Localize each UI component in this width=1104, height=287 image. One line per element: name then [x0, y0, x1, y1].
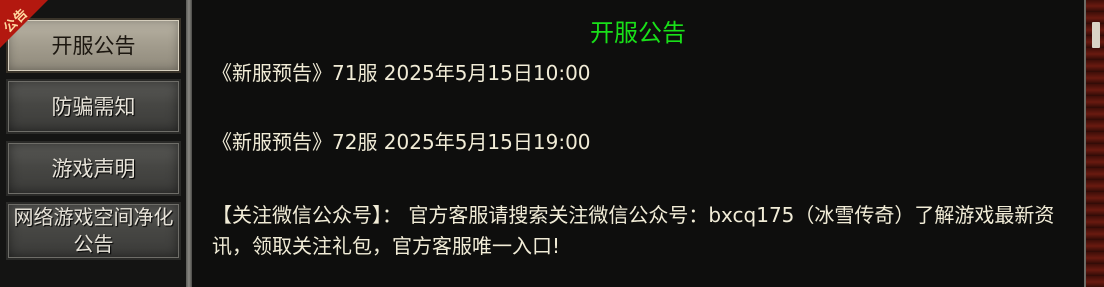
tab-anti-fraud[interactable]: 防骗需知 — [6, 79, 181, 134]
announcement-panel: 开服公告 《新服预告》71服 2025年5月15日10:00 《新服预告》72服… — [192, 0, 1084, 287]
announcement-line: 《新服预告》71服 2025年5月15日10:00 — [212, 61, 591, 85]
tab-label: 游戏声明 — [51, 156, 136, 181]
announcement-line: 《新服预告》72服 2025年5月15日19:00 — [212, 130, 591, 154]
tab-label: 防骗需知 — [51, 94, 136, 119]
tab-game-statement[interactable]: 游戏声明 — [6, 141, 181, 196]
right-border — [1084, 0, 1104, 287]
tab-label: 开服公告 — [51, 33, 136, 58]
panel-title: 开服公告 — [590, 19, 686, 47]
tab-label: 网络游戏空间净化公告 — [13, 205, 174, 256]
wechat-notice: 【关注微信公众号】： 官方客服请搜索关注微信公众号：bxcq175（冰雪传奇）了… — [212, 203, 1055, 258]
tab-cyberspace-cleanup-notice[interactable]: 网络游戏空间净化公告 — [6, 202, 181, 260]
sidebar: 公告 开服公告 防骗需知 游戏声明 网络游戏空间净化公告 — [0, 0, 188, 287]
scrollbar-thumb[interactable] — [1092, 22, 1100, 48]
